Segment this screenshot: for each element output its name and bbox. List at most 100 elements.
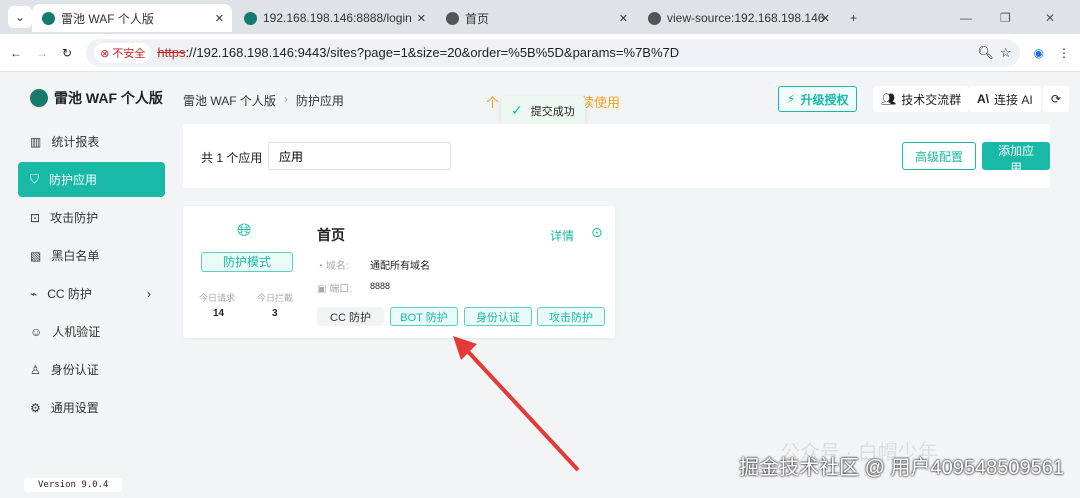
tab-waf[interactable]: 雷池 WAF 个人版 ✕ bbox=[32, 4, 232, 32]
sidebar-item-settings[interactable]: ⚙ 通用设置 bbox=[18, 390, 165, 425]
community-label: 技术交流群 bbox=[901, 92, 962, 107]
tab-title: 192.168.198.146:8888/login bbox=[263, 11, 412, 25]
close-icon[interactable]: ✕ bbox=[215, 12, 224, 25]
menu-icon[interactable]: ⋮ bbox=[1058, 46, 1070, 60]
watermark-juejin: 掘金技术社区 @ 用户409548509561 bbox=[739, 457, 1064, 479]
logo-icon bbox=[30, 89, 48, 107]
tab-title: 雷池 WAF 个人版 bbox=[61, 11, 154, 26]
add-app-button[interactable]: 添加应用 bbox=[982, 142, 1050, 175]
new-tab-button[interactable]: + bbox=[840, 4, 867, 32]
version-badge: Version 9.0.4 bbox=[24, 478, 123, 492]
favicon-icon bbox=[42, 11, 55, 25]
profile-icon[interactable]: ◉ bbox=[1034, 46, 1044, 60]
tab-login[interactable]: 192.168.198.146:8888/login ✕ bbox=[234, 4, 434, 32]
check-circle-icon: ✓ bbox=[511, 102, 523, 118]
globe-icon bbox=[446, 11, 459, 25]
nav-label: 黑白名单 bbox=[51, 249, 100, 263]
nav-label: CC 防护 bbox=[47, 287, 92, 301]
close-icon[interactable]: ✕ bbox=[417, 12, 426, 25]
domain-label: ◔ 域名: bbox=[317, 261, 349, 272]
search-input[interactable] bbox=[268, 142, 451, 170]
domain-value: 通配所有域名 bbox=[370, 261, 430, 272]
site-title[interactable]: 首页 bbox=[317, 225, 345, 245]
sidebar-item-attack[interactable]: ⊡ 攻击防护 bbox=[18, 200, 165, 235]
details-link[interactable]: 详情 bbox=[550, 227, 574, 244]
minimize-button[interactable]: — bbox=[950, 4, 982, 32]
sidebar-item-stats[interactable]: ▥ 统计报表 bbox=[18, 124, 165, 159]
more-icon[interactable]: ⊙ bbox=[591, 224, 603, 241]
close-icon[interactable]: ✕ bbox=[821, 12, 830, 25]
shield-icon: ⛉ bbox=[30, 172, 40, 186]
lightning-icon: ⚡ bbox=[787, 92, 796, 106]
blocked-label: 今日拦截 bbox=[257, 293, 294, 303]
cc-icon: ⌁ bbox=[30, 286, 38, 301]
group-icon: 👥︎ bbox=[881, 92, 897, 106]
notice-start: 个 bbox=[486, 95, 500, 110]
sidebar-item-apps[interactable]: ⛉ 防护应用 bbox=[18, 162, 165, 197]
upgrade-label: 升级授权 bbox=[800, 92, 849, 107]
nav-label: 攻击防护 bbox=[50, 211, 99, 225]
domain-label-text: 域名: bbox=[325, 261, 349, 272]
ai-icon: A\ bbox=[977, 92, 989, 106]
back-icon[interactable]: ← bbox=[10, 46, 22, 60]
attack-icon: ⊡ bbox=[30, 210, 41, 225]
url-scheme: https bbox=[157, 45, 186, 60]
chart-icon: ▥ bbox=[30, 134, 42, 149]
notice-end: 续使用 bbox=[581, 95, 621, 110]
globe-icon bbox=[648, 11, 661, 25]
globe-icon: 🌐︎ bbox=[237, 220, 252, 240]
logo-text: 雷池 WAF 个人版 bbox=[54, 90, 163, 106]
chevron-right-icon: › bbox=[147, 286, 151, 301]
community-button[interactable]: 👥︎ 技术交流群 bbox=[873, 86, 970, 112]
sidebar-item-captcha[interactable]: ☺ 人机验证 bbox=[18, 314, 165, 349]
reload-icon[interactable]: ↻ bbox=[62, 46, 72, 60]
close-window-button[interactable]: ✕ bbox=[1035, 4, 1065, 32]
success-toast: ✓ 提交成功 bbox=[501, 96, 585, 125]
auth-tag[interactable]: 身份认证 bbox=[464, 307, 532, 326]
favicon-icon bbox=[244, 11, 257, 25]
zoom-icon[interactable]: 🔍︎ bbox=[977, 45, 994, 61]
toolbar-panel: 共 1 个应用 高级配置 添加应用 bbox=[183, 124, 1050, 188]
security-label: 不安全 bbox=[112, 47, 146, 60]
tab-view-source[interactable]: view-source:192.168.198.146 ✕ bbox=[638, 4, 838, 32]
bot-protection-tag[interactable]: BOT 防护 bbox=[390, 307, 458, 326]
person-icon: ♙ bbox=[30, 362, 41, 377]
app-count: 共 1 个应用 bbox=[201, 151, 263, 165]
tab-home[interactable]: 首页 ✕ bbox=[436, 4, 636, 32]
user-icon: ☺ bbox=[30, 324, 43, 339]
cc-protection-tag[interactable]: CC 防护 bbox=[317, 307, 384, 326]
main-content: 雷池 WAF 个人版 › 防护应用 个 续使用 ✓ 提交成功 ⚡ 升级授权 👥︎ 技术交流群… bbox=[183, 72, 1080, 498]
port-label: ▣ 端口: bbox=[317, 284, 353, 295]
sidebar-item-blacklist[interactable]: ▧ 黑白名单 bbox=[18, 238, 165, 273]
nav-label: 防护应用 bbox=[49, 173, 98, 187]
requests-label: 今日请求 bbox=[199, 293, 236, 303]
forward-icon[interactable]: → bbox=[36, 46, 48, 60]
nav-label: 统计报表 bbox=[51, 135, 100, 149]
nav-label: 身份认证 bbox=[50, 363, 99, 377]
protection-mode-badge[interactable]: 防护模式 bbox=[201, 252, 293, 272]
blocked-value: 3 bbox=[272, 308, 278, 319]
maximize-button[interactable]: ❐ bbox=[990, 4, 1021, 32]
url-input[interactable]: ⊗ 不安全 https://192.168.198.146:9443/sites… bbox=[86, 38, 1020, 67]
red-arrow-annotation bbox=[453, 336, 580, 472]
advanced-config-button[interactable]: 高级配置 bbox=[902, 142, 977, 170]
upgrade-button[interactable]: ⚡ 升级授权 bbox=[778, 86, 858, 112]
breadcrumb-root[interactable]: 雷池 WAF 个人版 bbox=[183, 92, 276, 109]
logo: 雷池 WAF 个人版 bbox=[30, 88, 163, 108]
sidebar-item-cc[interactable]: ⌁ CC 防护 › bbox=[18, 276, 165, 311]
attack-protection-tag[interactable]: 攻击防护 bbox=[537, 307, 605, 326]
nav-label: 通用设置 bbox=[50, 401, 99, 415]
site-card: 🌐︎ 防护模式 今日请求 14 今日拦截 3 首页 详情 ⊙ ◔ 域名: 通配所… bbox=[183, 206, 615, 338]
not-secure-badge[interactable]: ⊗ 不安全 bbox=[94, 42, 152, 63]
close-icon[interactable]: ✕ bbox=[619, 12, 628, 25]
logout-button[interactable]: ⟳ bbox=[1043, 86, 1070, 112]
sidebar: 雷池 WAF 个人版 ▥ 统计报表 ⛉ 防护应用 ⊡ 攻击防护 ▧ 黑白名单 ⌁ CC 防… bbox=[0, 72, 180, 498]
star-icon[interactable]: ☆ bbox=[1000, 45, 1012, 61]
connect-ai-button[interactable]: A\ 连接 AI bbox=[969, 86, 1041, 112]
list-icon: ▧ bbox=[30, 248, 42, 263]
nav-label: 人机验证 bbox=[52, 325, 101, 339]
sidebar-item-auth[interactable]: ♙ 身份认证 bbox=[18, 352, 165, 387]
browser-tab-bar: ⌄ 雷池 WAF 个人版 ✕ 192.168.198.146:8888/login… bbox=[0, 0, 1080, 34]
breadcrumb-current: 防护应用 bbox=[295, 94, 344, 108]
tab-search-button[interactable]: ⌄ bbox=[8, 6, 32, 28]
